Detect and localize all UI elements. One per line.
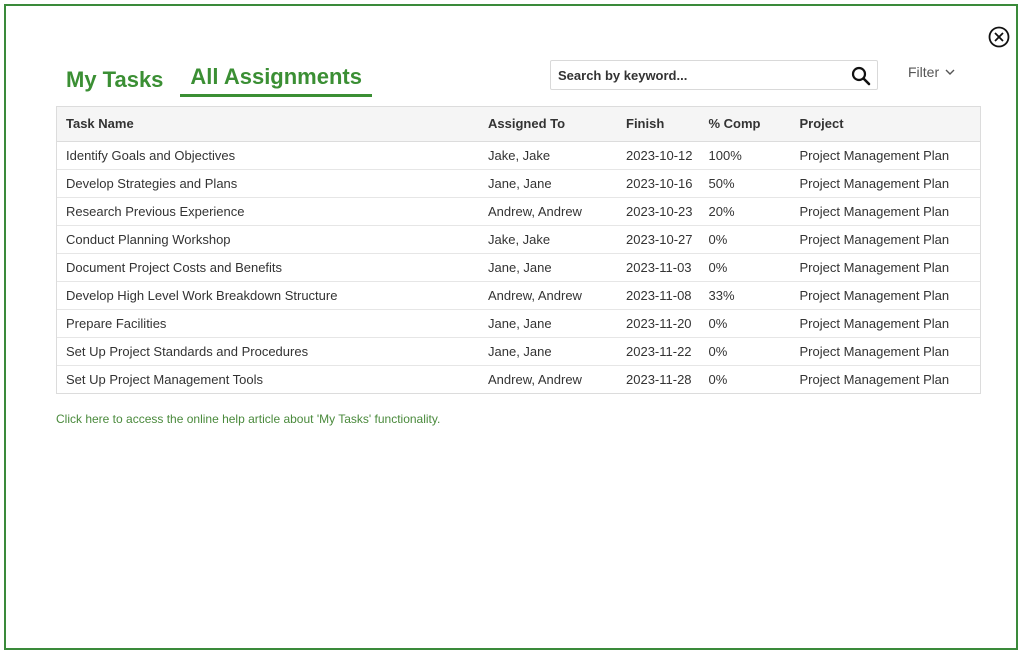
cell-finish: 2023-11-22	[618, 337, 701, 366]
cell-finish: 2023-11-20	[618, 309, 701, 338]
cell-assigned-to: Jake, Jake	[480, 141, 618, 170]
cell-finish: 2023-10-12	[618, 141, 701, 170]
cell-assigned-to: Jane, Jane	[480, 309, 618, 338]
cell-percent-complete: 0%	[700, 225, 792, 254]
cell-task-name: Identify Goals and Objectives	[57, 141, 480, 170]
cell-assigned-to: Andrew, Andrew	[488, 371, 582, 387]
cell-task-name: Develop Strategies and Plans	[57, 169, 480, 198]
cell-assigned-to: Jane, Jane	[480, 253, 618, 282]
assignments-dialog: My Tasks All Assignments Filter Task Nam…	[4, 4, 1018, 650]
table-row[interactable]: Identify Goals and Objectives Jake, Jake…	[57, 141, 980, 170]
cell-finish: 2023-10-16	[618, 169, 701, 198]
cell-task-name: Prepare Facilities	[57, 309, 480, 338]
assignments-table: Task Name Assigned To Finish % Comp Proj…	[56, 106, 981, 394]
filter-dropdown[interactable]: Filter	[908, 64, 955, 80]
cell-percent-complete: 100%	[700, 141, 792, 170]
column-header-percent-complete[interactable]: % Comp	[700, 107, 792, 142]
table-row[interactable]: Set Up Project Management Tools Andrew, …	[57, 365, 980, 393]
cell-percent-complete: 20%	[700, 197, 792, 226]
cell-percent-complete: 0%	[700, 337, 792, 366]
search-input[interactable]	[551, 66, 840, 84]
cell-task-name: Develop High Level Work Breakdown Struct…	[57, 281, 480, 310]
column-header-task-name[interactable]: Task Name	[57, 107, 480, 142]
search-icon[interactable]	[851, 66, 871, 86]
cell-project: Project Management Plan	[791, 197, 980, 226]
column-header-finish[interactable]: Finish	[618, 107, 701, 142]
table-row[interactable]: Prepare Facilities Jane, Jane 2023-11-20…	[57, 309, 980, 338]
filter-label: Filter	[908, 64, 940, 80]
table-row[interactable]: Develop High Level Work Breakdown Struct…	[57, 281, 980, 310]
tab-bar: My Tasks All Assignments	[61, 64, 384, 97]
cell-task-name: Document Project Costs and Benefits	[57, 253, 480, 282]
cell-assigned-to: Jane, Jane	[480, 169, 618, 198]
help-article-link[interactable]: Click here to access the online help art…	[56, 412, 440, 426]
cell-project: Project Management Plan	[791, 141, 980, 170]
table-row[interactable]: Research Previous Experience Andrew, And…	[57, 197, 980, 226]
table-row[interactable]: Develop Strategies and Plans Jane, Jane …	[57, 169, 980, 198]
cell-task-name: Conduct Planning Workshop	[57, 225, 480, 254]
cell-finish: 2023-11-03	[618, 253, 701, 282]
cell-project: Project Management Plan	[791, 169, 980, 198]
close-icon[interactable]	[988, 26, 1010, 48]
column-header-assigned-to[interactable]: Assigned To	[480, 107, 618, 142]
cell-percent-complete: 50%	[700, 169, 792, 198]
cell-project: Project Management Plan	[791, 281, 980, 310]
search-box	[550, 60, 878, 90]
cell-finish: 2023-10-27	[618, 225, 701, 254]
cell-assigned-to: Andrew, Andrew	[480, 281, 618, 310]
cell-task-name: Research Previous Experience	[57, 197, 480, 226]
cell-task-name: Set Up Project Management Tools	[66, 371, 264, 387]
cell-assigned-to: Jake, Jake	[480, 225, 618, 254]
cell-percent-complete: 33%	[700, 281, 792, 310]
cell-finish: 2023-10-23	[618, 197, 701, 226]
table-header-row: Task Name Assigned To Finish % Comp Proj…	[57, 107, 980, 142]
cell-project: Project Management Plan	[791, 225, 980, 254]
tab-all-assignments[interactable]: All Assignments	[180, 64, 372, 97]
cell-task-name: Set Up Project Standards and Procedures	[57, 337, 480, 366]
cell-project: Project Management Plan	[791, 253, 980, 282]
table-row[interactable]: Document Project Costs and Benefits Jane…	[57, 253, 980, 282]
table-row[interactable]: Conduct Planning Workshop Jake, Jake 202…	[57, 225, 980, 254]
cell-percent-complete: 0%	[700, 309, 792, 338]
cell-assigned-to: Jane, Jane	[480, 337, 618, 366]
cell-percent-complete: 0%	[708, 371, 728, 387]
column-header-project[interactable]: Project	[791, 107, 980, 142]
tab-my-tasks[interactable]: My Tasks	[61, 67, 168, 97]
chevron-down-icon	[945, 69, 955, 75]
cell-finish: 2023-11-28	[626, 371, 692, 387]
cell-project: Project Management Plan	[791, 309, 980, 338]
cell-project: Project Management Plan	[799, 371, 950, 387]
cell-finish: 2023-11-08	[618, 281, 701, 310]
cell-assigned-to: Andrew, Andrew	[480, 197, 618, 226]
table-row[interactable]: Set Up Project Standards and Procedures …	[57, 337, 980, 366]
cell-project: Project Management Plan	[791, 337, 980, 366]
cell-percent-complete: 0%	[700, 253, 792, 282]
